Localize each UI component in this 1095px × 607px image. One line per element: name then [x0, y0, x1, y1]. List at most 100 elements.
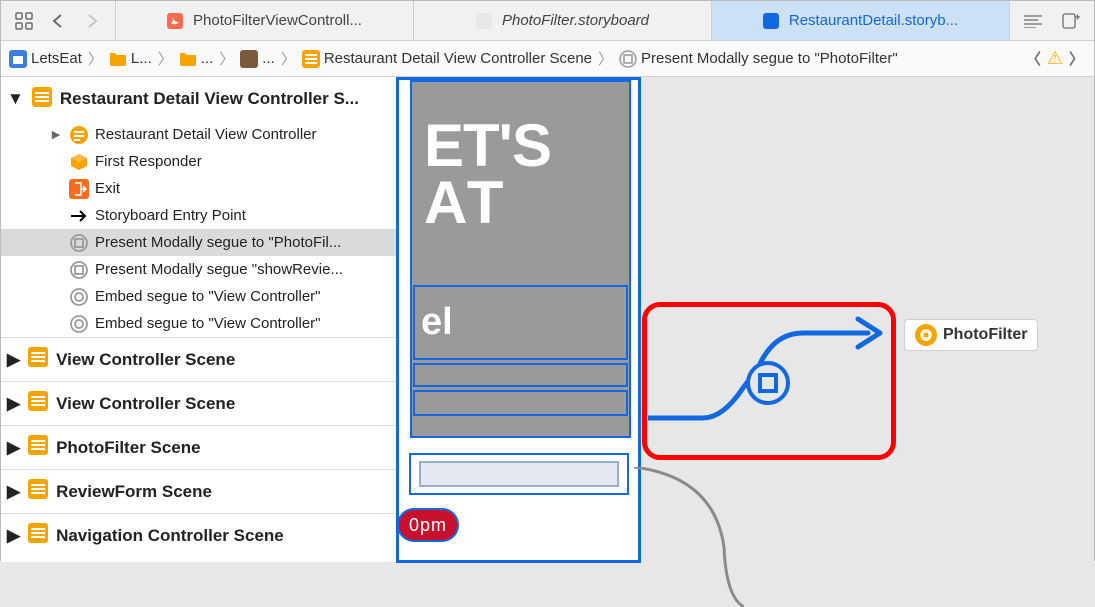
- tab-label: PhotoFilter.storyboard: [502, 12, 649, 29]
- nav-buttons: [1, 1, 115, 40]
- project-icon: [9, 50, 27, 68]
- scene-header[interactable]: ▶ View Controller Scene: [1, 381, 396, 425]
- scene-label: ReviewForm Scene: [56, 482, 212, 502]
- back-button[interactable]: [43, 8, 73, 34]
- scene-header[interactable]: ▼ Restaurant Detail View Controller S...: [1, 77, 396, 121]
- segue-curve: [634, 467, 744, 607]
- scene-minimap-label[interactable]: PhotoFilter: [904, 319, 1038, 351]
- embed-segue-icon: [69, 287, 89, 307]
- chevron-right-icon: 〉: [279, 48, 298, 69]
- scene-icon: [28, 479, 48, 504]
- forward-button[interactable]: [77, 8, 107, 34]
- embedded-view[interactable]: [419, 461, 619, 487]
- disclosure-right-icon[interactable]: ▶: [7, 526, 20, 546]
- tab-right-controls: [1009, 1, 1094, 40]
- tab-bar: PhotoFilterViewControll... PhotoFilter.s…: [1, 1, 1094, 41]
- segue-icon: [619, 50, 637, 68]
- disclosure-right-icon[interactable]: ▶: [7, 482, 20, 502]
- segue-icon: [69, 233, 89, 253]
- time-pill-button[interactable]: 0pm: [397, 508, 459, 542]
- warning-icon[interactable]: ⚠︎: [1047, 48, 1063, 69]
- disclosure-right-icon[interactable]: ▶: [7, 350, 20, 370]
- segue-icon: [69, 260, 89, 280]
- bc-scene[interactable]: Restaurant Detail View Controller Scene: [300, 50, 594, 68]
- view-controller-preview[interactable]: ET'SAT el 0pm: [396, 77, 641, 563]
- bc-label: Present Modally segue to "PhotoFilter": [641, 50, 898, 67]
- folder-icon: [109, 50, 127, 68]
- swift-file-icon: [167, 12, 185, 30]
- scene-header[interactable]: ▶ Navigation Controller Scene: [1, 513, 396, 557]
- disclosure-right-icon[interactable]: ▶: [7, 438, 20, 458]
- editor-options-icon[interactable]: [1018, 8, 1048, 34]
- chevron-right-icon: 〉: [156, 48, 175, 69]
- scene-icon: [302, 50, 320, 68]
- scene-header[interactable]: ▶ ReviewForm Scene: [1, 469, 396, 513]
- tree-label: Restaurant Detail View Controller: [95, 126, 317, 143]
- bc-label: LetsEat: [31, 50, 82, 67]
- scene-header[interactable]: ▶ PhotoFilter Scene: [1, 425, 396, 469]
- bc-project[interactable]: LetsEat: [7, 50, 84, 68]
- chevron-right-icon: 〉: [86, 48, 105, 69]
- bc-label: ...: [262, 50, 275, 67]
- tab-restaurantdetail-storyboard[interactable]: RestaurantDetail.storyb...: [711, 1, 1009, 40]
- tree-item-entrypoint[interactable]: Storyboard Entry Point: [1, 202, 396, 229]
- label-row[interactable]: [413, 363, 628, 387]
- tab-photofilter-storyboard[interactable]: PhotoFilter.storyboard: [413, 1, 711, 40]
- bc-storyboard[interactable]: ...: [238, 50, 277, 68]
- scene-icon: [32, 87, 52, 112]
- bc-label: Restaurant Detail View Controller Scene: [324, 50, 592, 67]
- bc-segue[interactable]: Present Modally segue to "PhotoFilter": [617, 50, 900, 68]
- viewcontroller-icon: [915, 324, 937, 346]
- scene-label: Navigation Controller Scene: [56, 526, 284, 546]
- tree-item-segue-showreview[interactable]: Present Modally segue "showRevie...: [1, 256, 396, 283]
- segue-arrow[interactable]: [648, 313, 884, 423]
- add-editor-icon[interactable]: [1056, 8, 1086, 34]
- tree-label: Embed segue to "View Controller": [95, 315, 321, 332]
- label-row[interactable]: [413, 390, 628, 416]
- tree-item-embed-segue[interactable]: Embed segue to "View Controller": [1, 310, 396, 337]
- scene-label: Restaurant Detail View Controller S...: [60, 89, 359, 109]
- tree-label: Exit: [95, 180, 120, 197]
- scene-icon: [28, 391, 48, 416]
- label-row[interactable]: el: [413, 285, 628, 360]
- storyboard-canvas[interactable]: ET'SAT el 0pm PhotoFilter: [396, 77, 1094, 562]
- tree-item-vc[interactable]: ▶ Restaurant Detail View Controller: [1, 121, 396, 148]
- scene-header[interactable]: ▶ View Controller Scene: [1, 337, 396, 381]
- pill-label: 0pm: [409, 515, 447, 536]
- disclosure-right-icon[interactable]: ▶: [49, 128, 63, 141]
- outline-sidebar: ▼ Restaurant Detail View Controller S...…: [1, 77, 396, 562]
- tree-item-firstresponder[interactable]: First Responder: [1, 148, 396, 175]
- disclosure-right-icon[interactable]: ▶: [7, 394, 20, 414]
- bc-folder[interactable]: L...: [107, 50, 154, 68]
- folder-icon: [179, 50, 197, 68]
- tree-item-embed-segue[interactable]: Embed segue to "View Controller": [1, 283, 396, 310]
- bc-label: L...: [131, 50, 152, 67]
- scene-icon: [28, 347, 48, 372]
- scene-label: View Controller Scene: [56, 394, 235, 414]
- related-items-icon[interactable]: [9, 8, 39, 34]
- bc-folder[interactable]: ...: [177, 50, 216, 68]
- disclosure-down-icon[interactable]: ▼: [7, 89, 24, 109]
- prev-issue-button[interactable]: 〈: [1022, 48, 1045, 69]
- storyboard-icon: [240, 50, 258, 68]
- tree-item-segue-photofilter[interactable]: Present Modally segue to "PhotoFil...: [1, 229, 396, 256]
- tree-item-exit[interactable]: Exit: [1, 175, 396, 202]
- storyboard-file-icon: [763, 12, 781, 30]
- next-issue-button[interactable]: 〉: [1065, 48, 1088, 69]
- tree-label: First Responder: [95, 153, 202, 170]
- breadcrumb: LetsEat 〉 L... 〉 ... 〉 ... 〉 Restaurant …: [1, 41, 1094, 77]
- viewcontroller-icon: [69, 125, 89, 145]
- scene-icon: [28, 523, 48, 548]
- container-view[interactable]: [409, 453, 629, 495]
- tree-label: Present Modally segue to "PhotoFil...: [95, 234, 341, 251]
- tab-photofilter-vc[interactable]: PhotoFilterViewControll...: [115, 1, 413, 40]
- bc-label: ...: [201, 50, 214, 67]
- tree-label: Present Modally segue "showRevie...: [95, 261, 343, 278]
- storyboard-file-icon: [476, 12, 494, 30]
- tab-label: PhotoFilterViewControll...: [193, 12, 362, 29]
- label-text: el: [421, 301, 453, 344]
- tree-label: Storyboard Entry Point: [95, 207, 246, 224]
- scene-label: View Controller Scene: [56, 350, 235, 370]
- main-area: ▼ Restaurant Detail View Controller S...…: [1, 77, 1094, 562]
- chevron-right-icon: 〉: [596, 48, 615, 69]
